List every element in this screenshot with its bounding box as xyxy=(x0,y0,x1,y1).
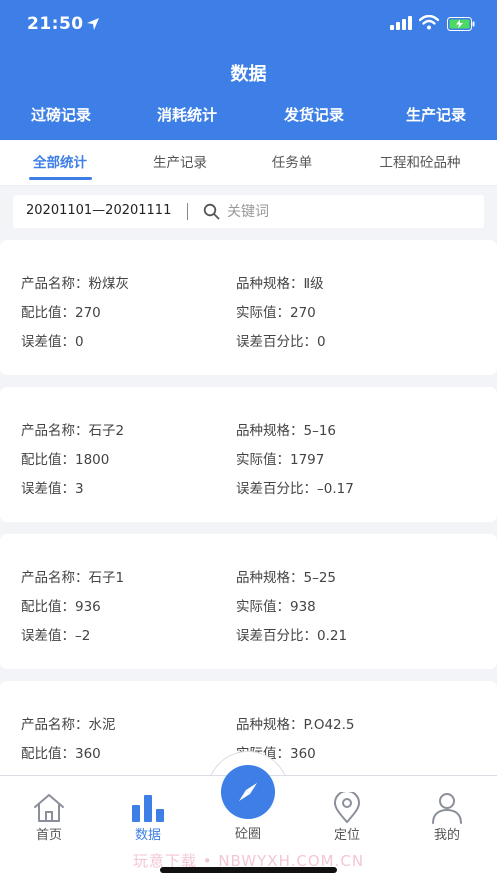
nav-data[interactable]: 数据 xyxy=(113,776,183,846)
record-card[interactable]: 产品名称：粉煤灰 品种规格：Ⅱ级 配比值：270 实际值：270 误差值：0 误… xyxy=(0,240,497,375)
tab-shipping-records[interactable]: 发货记录 xyxy=(284,104,344,125)
nav-mine[interactable]: 我的 xyxy=(412,776,482,846)
error-percentage: 误差百分比：–0.17 xyxy=(236,481,354,497)
wifi-icon xyxy=(419,15,439,30)
subtab-task-orders[interactable]: 任务单 xyxy=(272,151,313,171)
product-name: 产品名称：水泥 xyxy=(21,717,116,733)
error-value: 误差值：0 xyxy=(21,334,84,350)
product-spec: 品种规格：5–25 xyxy=(236,570,337,586)
map-pin-icon xyxy=(334,792,360,823)
nav-mine-label: 我的 xyxy=(433,828,460,843)
home-indicator xyxy=(160,867,337,873)
user-icon xyxy=(432,793,462,824)
nav-location[interactable]: 定位 xyxy=(312,776,382,846)
location-arrow-icon xyxy=(87,18,99,30)
battery-charging-icon xyxy=(447,17,475,31)
search-bar: 20201101—20201111 xyxy=(13,195,484,228)
ratio-value: 配比值：1800 xyxy=(21,452,110,468)
actual-value: 实际值：270 xyxy=(236,305,316,321)
status-bar: 21:50 xyxy=(0,0,497,50)
active-tab-indicator xyxy=(29,177,92,180)
nav-data-label: 数据 xyxy=(134,828,161,843)
error-value: 误差值：3 xyxy=(21,481,84,497)
nav-home-label: 首页 xyxy=(35,828,62,843)
center-tab-button[interactable] xyxy=(221,765,275,819)
search-divider xyxy=(187,203,188,220)
actual-value: 实际值：938 xyxy=(236,599,316,615)
error-percentage: 误差百分比：0.21 xyxy=(236,628,348,644)
ratio-value: 配比值：360 xyxy=(21,746,101,762)
tab-production-records[interactable]: 生产记录 xyxy=(406,104,466,125)
search-input[interactable] xyxy=(227,199,467,224)
nav-home[interactable]: 首页 xyxy=(14,776,84,846)
product-spec: 品种规格：Ⅱ级 xyxy=(236,276,324,292)
bar-chart-icon xyxy=(132,795,164,822)
tab-consumption-stats[interactable]: 消耗统计 xyxy=(157,104,217,125)
status-time: 21:50 xyxy=(27,14,84,34)
compass-icon xyxy=(239,783,257,801)
home-icon xyxy=(34,794,64,822)
product-name: 产品名称：粉煤灰 xyxy=(21,276,129,292)
product-name: 产品名称：石子1 xyxy=(21,570,125,586)
signal-icon xyxy=(390,16,412,30)
product-spec: 品种规格：5–16 xyxy=(236,423,337,439)
tab-weighing-records[interactable]: 过磅记录 xyxy=(31,104,91,125)
ratio-value: 配比值：270 xyxy=(21,305,101,321)
actual-value: 实际值：1797 xyxy=(236,452,325,468)
top-tabs: 过磅记录 消耗统计 发货记录 生产记录 xyxy=(0,104,497,132)
product-name: 产品名称：石子2 xyxy=(21,423,125,439)
subtab-production-records[interactable]: 生产记录 xyxy=(153,151,207,171)
app-header: 21:50 数据 过磅记录 消耗统计 发货记录 生产记录 xyxy=(0,0,497,140)
center-tab-label[interactable]: 砼圈 xyxy=(218,823,278,842)
record-card[interactable]: 产品名称：石子1 品种规格：5–25 配比值：936 实际值：938 误差值：–… xyxy=(0,534,497,669)
date-range-picker[interactable]: 20201101—20201111 xyxy=(26,203,171,218)
nav-location-label: 定位 xyxy=(333,828,360,843)
error-percentage: 误差百分比：0 xyxy=(236,334,326,350)
search-icon xyxy=(203,203,220,220)
product-spec: 品种规格：P.O42.5 xyxy=(236,717,355,733)
subtab-project-concrete-type[interactable]: 工程和砼品种 xyxy=(380,151,461,171)
record-card[interactable]: 产品名称：石子2 品种规格：5–16 配比值：1800 实际值：1797 误差值… xyxy=(0,387,497,522)
error-value: 误差值：–2 xyxy=(21,628,91,644)
subtab-all-stats[interactable]: 全部统计 xyxy=(33,151,87,171)
ratio-value: 配比值：936 xyxy=(21,599,101,615)
page-title: 数据 xyxy=(230,64,267,85)
